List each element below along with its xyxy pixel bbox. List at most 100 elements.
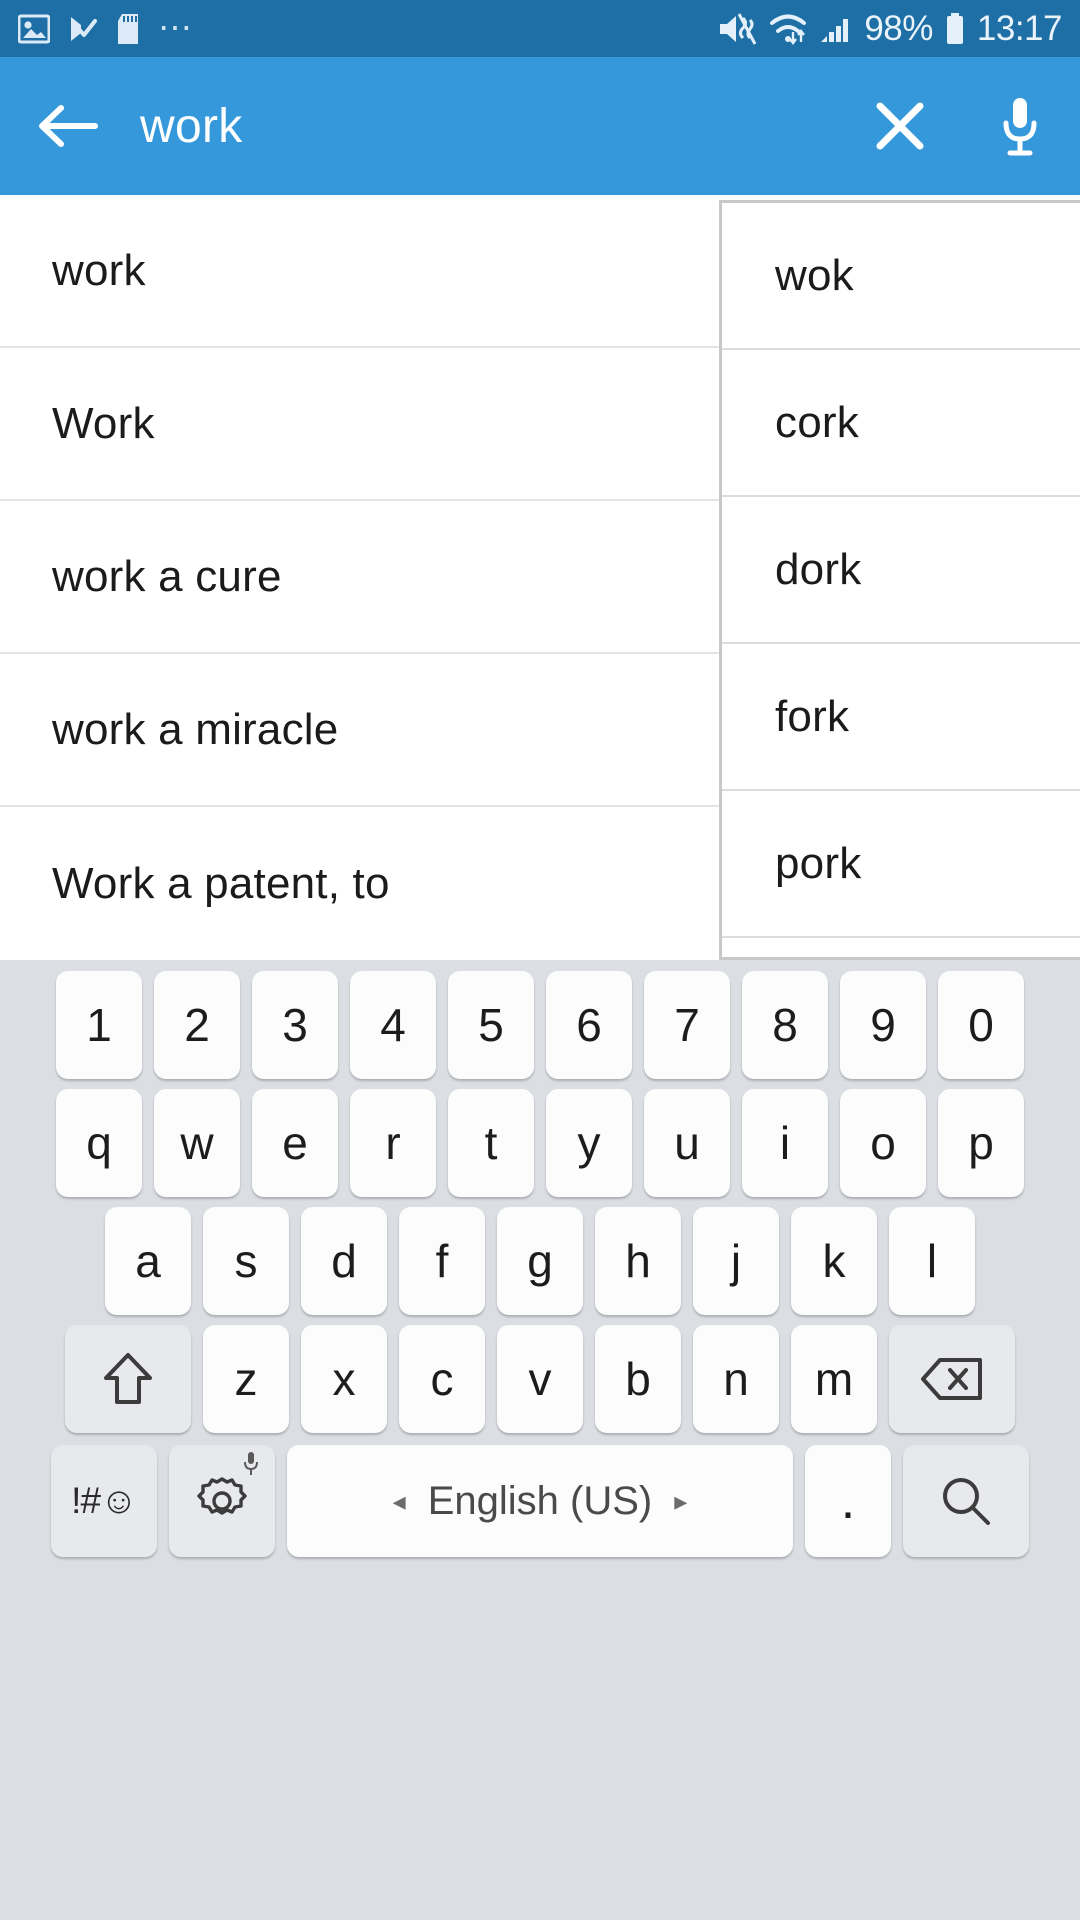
similar-word-label: fork: [775, 691, 850, 741]
key-3[interactable]: 3: [252, 971, 338, 1079]
voice-search-button[interactable]: [960, 57, 1080, 195]
key-u[interactable]: u: [644, 1089, 730, 1197]
similar-word-label: dork: [775, 544, 862, 594]
mute-vibrate-icon: [720, 12, 757, 45]
search-icon: [943, 1478, 990, 1525]
key-t[interactable]: t: [448, 1089, 534, 1197]
key-w[interactable]: w: [154, 1089, 240, 1197]
list-item[interactable]: cork: [722, 350, 1080, 497]
list-item[interactable]: Work a patent, to: [0, 807, 720, 960]
key-r[interactable]: r: [350, 1089, 436, 1197]
backspace-key[interactable]: [889, 1325, 1015, 1433]
similar-words-panel: wok cork dork fork pork word: [719, 200, 1080, 1085]
keyboard-row-home: a s d f g h j k l: [0, 1206, 1080, 1316]
suggestion-list: work Work work a cure work a miracle Wor…: [0, 195, 720, 960]
signal-bars-icon: [821, 18, 849, 42]
more-dots-icon: ⋯: [158, 9, 195, 48]
key-a[interactable]: a: [105, 1207, 191, 1315]
key-s[interactable]: s: [203, 1207, 289, 1315]
search-app-bar: work: [0, 57, 1080, 195]
microphone-icon: [244, 1452, 258, 1475]
key-1[interactable]: 1: [56, 971, 142, 1079]
key-6[interactable]: 6: [546, 971, 632, 1079]
key-h[interactable]: h: [595, 1207, 681, 1315]
similar-word-label: cork: [775, 397, 859, 447]
space-key[interactable]: ◂ English (US) ▸: [287, 1445, 793, 1557]
key-j[interactable]: j: [693, 1207, 779, 1315]
on-screen-keyboard: 1 2 3 4 5 6 7 8 9 0 q w e r t y u i o p …: [0, 960, 1080, 1920]
list-item[interactable]: pork: [722, 791, 1080, 938]
key-7[interactable]: 7: [644, 971, 730, 1079]
key-m[interactable]: m: [791, 1325, 877, 1433]
key-q[interactable]: q: [56, 1089, 142, 1197]
key-5[interactable]: 5: [448, 971, 534, 1079]
prev-language-arrow-icon[interactable]: ◂: [393, 1486, 406, 1517]
battery-icon: [946, 12, 963, 44]
key-2[interactable]: 2: [154, 971, 240, 1079]
key-y[interactable]: y: [546, 1089, 632, 1197]
period-key[interactable]: .: [805, 1445, 891, 1557]
keyboard-row-function: !#☺ ◂ English (US) ▸ .: [0, 1442, 1080, 1560]
key-z[interactable]: z: [203, 1325, 289, 1433]
shift-key[interactable]: [65, 1325, 191, 1433]
back-button[interactable]: [0, 57, 136, 195]
suggestion-label: work a miracle: [52, 704, 339, 754]
close-icon: [876, 102, 924, 150]
image-icon: [18, 14, 50, 43]
suggestion-label: Work: [52, 398, 155, 448]
key-v[interactable]: v: [497, 1325, 583, 1433]
key-e[interactable]: e: [252, 1089, 338, 1197]
key-x[interactable]: x: [301, 1325, 387, 1433]
microphone-icon: [1003, 98, 1037, 156]
list-item[interactable]: Work: [0, 348, 720, 501]
key-c[interactable]: c: [399, 1325, 485, 1433]
suggestion-label: work a cure: [52, 551, 282, 601]
list-item[interactable]: fork: [722, 644, 1080, 791]
key-p[interactable]: p: [938, 1089, 1024, 1197]
list-item[interactable]: wok: [722, 203, 1080, 350]
list-item[interactable]: dork: [722, 497, 1080, 644]
key-4[interactable]: 4: [350, 971, 436, 1079]
similar-word-label: wok: [775, 250, 854, 300]
symbols-key[interactable]: !#☺: [51, 1445, 157, 1557]
symbols-label: !#☺: [71, 1480, 138, 1521]
list-item[interactable]: work: [0, 195, 720, 348]
space-language-label: English (US): [427, 1478, 653, 1523]
search-key[interactable]: [903, 1445, 1029, 1557]
key-8[interactable]: 8: [742, 971, 828, 1079]
list-item[interactable]: work a miracle: [0, 654, 720, 807]
key-0[interactable]: 0: [938, 971, 1024, 1079]
key-f[interactable]: f: [399, 1207, 485, 1315]
back-arrow-icon: [39, 105, 98, 147]
key-g[interactable]: g: [497, 1207, 583, 1315]
search-input[interactable]: work: [136, 99, 840, 154]
clock: 13:17: [976, 9, 1063, 48]
keyboard-row-top: q w e r t y u i o p: [0, 1088, 1080, 1198]
key-9[interactable]: 9: [840, 971, 926, 1079]
next-language-arrow-icon[interactable]: ▸: [674, 1486, 687, 1517]
key-i[interactable]: i: [742, 1089, 828, 1197]
status-bar-right-icons: 98% 13:17: [717, 9, 1063, 48]
similar-word-label: pork: [775, 838, 862, 888]
backspace-icon: [921, 1358, 982, 1400]
key-n[interactable]: n: [693, 1325, 779, 1433]
tasks-check-icon: [71, 16, 97, 41]
sd-card-icon: [118, 13, 138, 44]
status-bar-left-icons: ⋯: [18, 9, 195, 48]
key-o[interactable]: o: [840, 1089, 926, 1197]
shift-arrow-icon: [104, 1353, 152, 1404]
clear-search-button[interactable]: [840, 57, 960, 195]
key-k[interactable]: k: [791, 1207, 877, 1315]
suggestion-label: Work a patent, to: [52, 858, 390, 908]
keyboard-row-bottom: z x c v b n m: [0, 1324, 1080, 1434]
settings-key[interactable]: [169, 1445, 275, 1557]
key-b[interactable]: b: [595, 1325, 681, 1433]
key-d[interactable]: d: [301, 1207, 387, 1315]
suggestion-label: work: [52, 245, 146, 295]
search-results-area: work Work work a cure work a miracle Wor…: [0, 195, 1080, 1085]
list-item[interactable]: work a cure: [0, 501, 720, 654]
status-bar: ⋯ 98% 13:17: [0, 0, 1080, 57]
key-l[interactable]: l: [889, 1207, 975, 1315]
gear-icon: [197, 1477, 247, 1515]
wifi-icon: [770, 14, 807, 45]
